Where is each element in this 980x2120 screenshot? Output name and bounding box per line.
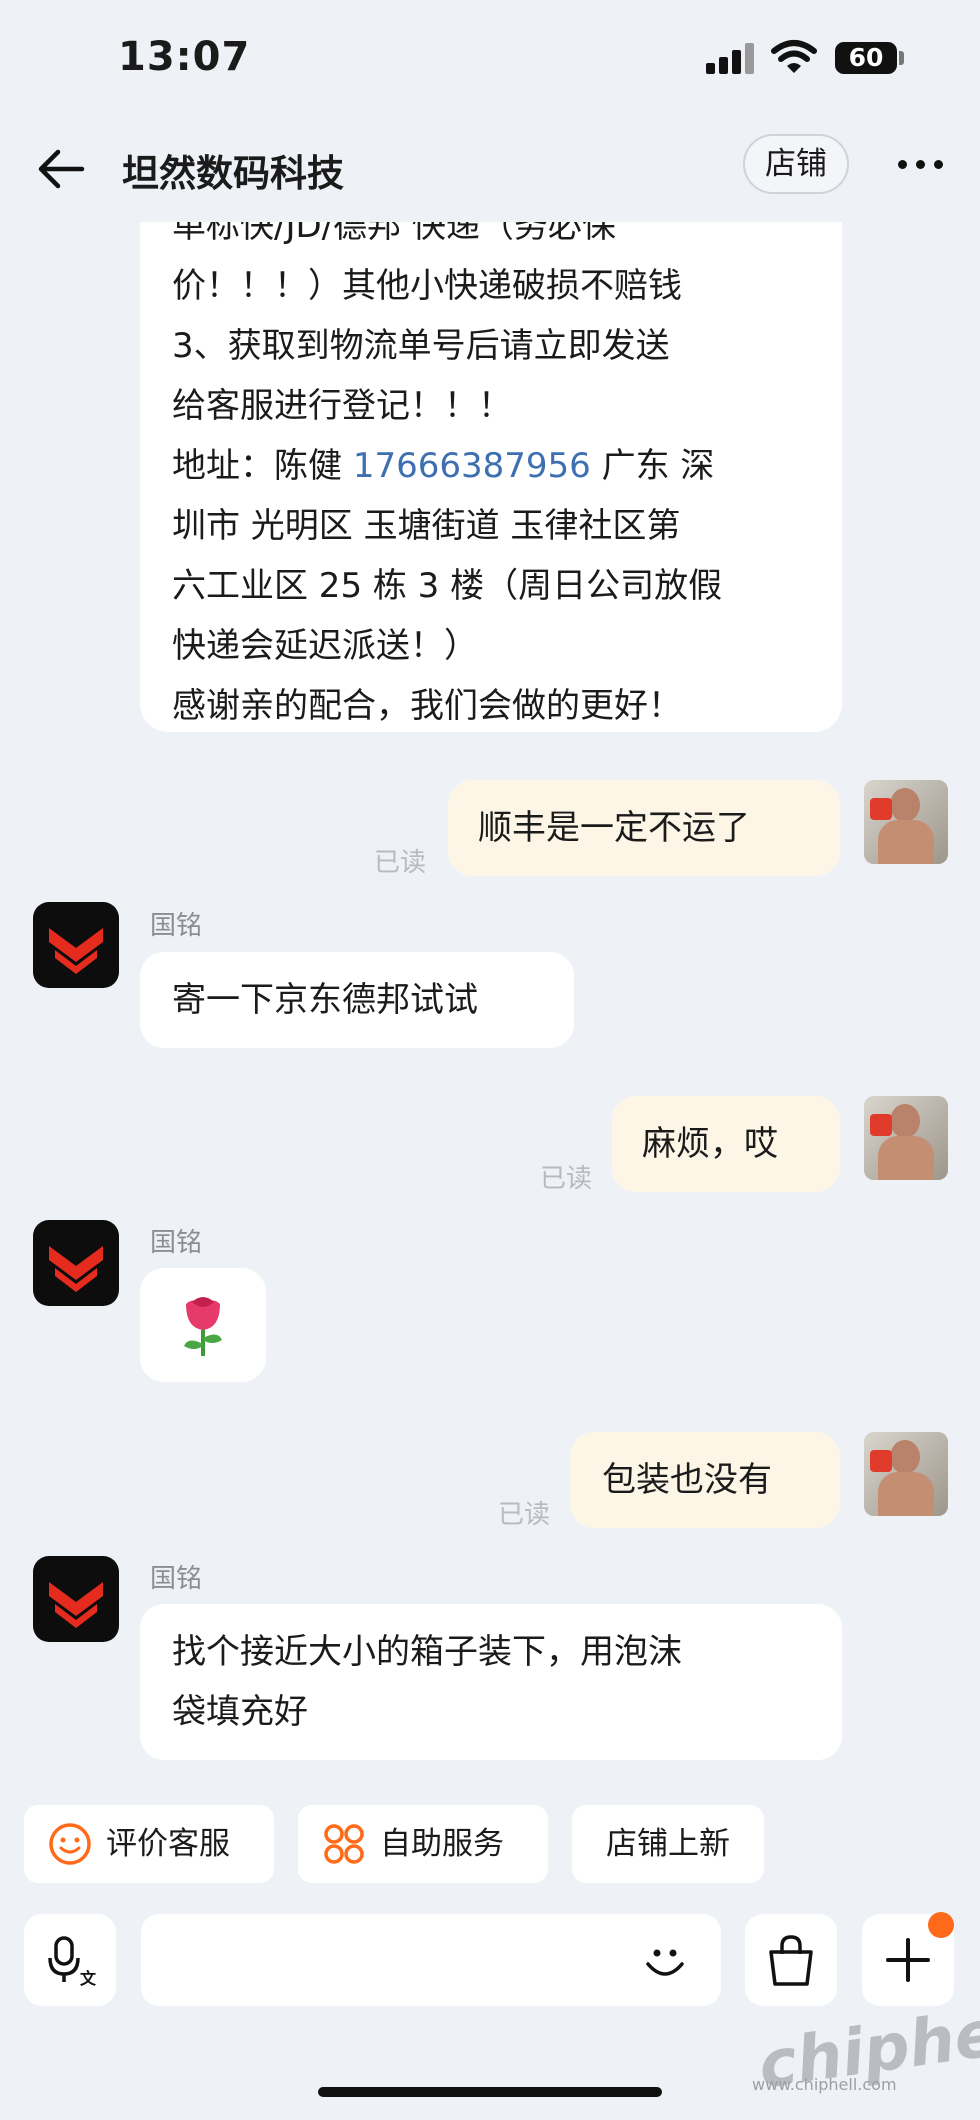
shop-logo-icon: [49, 928, 103, 974]
message-line: 圳市 光明区 玉塘街道 玉律社区第: [172, 506, 681, 546]
message-bubble-mine: 包装也没有: [570, 1432, 840, 1528]
rate-service-button[interactable]: 评价客服: [24, 1805, 274, 1883]
shop-avatar[interactable]: [33, 1220, 119, 1306]
site-watermark-url: www.chiphell.com: [752, 2075, 897, 2094]
message-line: 六工业区 25 栋 3 楼（周日公司放假: [172, 566, 723, 606]
plus-icon: [886, 1938, 930, 1982]
more-options-icon[interactable]: [898, 160, 944, 170]
message-bubble-emoji: [140, 1268, 266, 1382]
cellular-signal-icon: [706, 42, 756, 74]
sender-name: 国铭: [150, 911, 203, 941]
smile-face-icon: [49, 1823, 91, 1865]
battery-cap: [899, 51, 904, 65]
message-bubble-shop: 寄一下京东德邦试试: [140, 952, 574, 1048]
read-status: 已读: [540, 1164, 593, 1194]
user-avatar[interactable]: [864, 1096, 948, 1180]
message-input[interactable]: [141, 1914, 721, 2006]
read-status: 已读: [498, 1500, 551, 1530]
message-bubble-mine: 麻烦，哎: [612, 1096, 840, 1192]
shop-avatar[interactable]: [33, 902, 119, 988]
shop-button[interactable]: 店铺: [743, 134, 849, 194]
shopping-bag-icon: [769, 1935, 813, 1986]
message-line: 找个接近大小的箱子装下，用泡沫: [172, 1632, 682, 1672]
new-items-label: 店铺上新: [606, 1826, 730, 1862]
message-bubble-shop: 单标快/JD/德邦 快递（务必保 价！！！）其他小快递破损不赔钱 3、获取到物流…: [140, 222, 842, 732]
message-bubble-shop: 找个接近大小的箱子装下，用泡沫 袋填充好: [140, 1604, 842, 1760]
address-label: 地址：陈健: [172, 446, 353, 486]
rate-service-label: 评价客服: [106, 1826, 230, 1862]
emoji-icon[interactable]: [640, 1936, 690, 1986]
message-line: 给客服进行登记！！！: [172, 386, 512, 426]
grid-circles-icon: [324, 1824, 364, 1864]
new-items-button[interactable]: 店铺上新: [572, 1805, 764, 1883]
message-line: 袋填充好: [172, 1692, 308, 1732]
message-line: 单标快/JD/德邦 快递（务必保: [172, 222, 616, 246]
home-indicator: [318, 2087, 662, 2097]
shop-logo-icon: [49, 1246, 103, 1292]
message-line: 价！！！）其他小快递破损不赔钱: [172, 266, 682, 306]
user-avatar[interactable]: [864, 1432, 948, 1516]
svg-text:文: 文: [80, 1969, 97, 1988]
battery-indicator: 60: [835, 42, 897, 74]
voice-input-button[interactable]: 文: [24, 1914, 116, 2006]
sender-name: 国铭: [150, 1228, 203, 1258]
shop-logo-icon: [49, 1582, 103, 1628]
address-text: 广东 深: [590, 446, 715, 486]
read-status: 已读: [374, 848, 427, 878]
rose-icon: [184, 1297, 222, 1356]
message-bubble-mine: 顺丰是一定不运了: [448, 780, 840, 876]
user-avatar[interactable]: [864, 780, 948, 864]
chat-area[interactable]: 单标快/JD/德邦 快递（务必保 价！！！）其他小快递破损不赔钱 3、获取到物流…: [0, 222, 980, 1792]
more-plus-button[interactable]: [862, 1912, 954, 2006]
shop-avatar[interactable]: [33, 1556, 119, 1642]
message-line: 快递会延迟派送！）: [172, 626, 478, 666]
self-service-button[interactable]: 自助服务: [298, 1805, 548, 1883]
shop-title: 坦然数码科技: [122, 152, 344, 195]
microphone-translate-icon: 文: [48, 1936, 97, 1988]
sender-name: 国铭: [150, 1564, 203, 1594]
phone-number-link[interactable]: 17666387956: [353, 446, 591, 486]
message-line: 感谢亲的配合，我们会做的更好！: [172, 686, 682, 726]
wifi-icon: [771, 40, 817, 73]
status-time: 13:07: [118, 34, 251, 80]
message-line: 3、获取到物流单号后请立即发送: [172, 326, 670, 366]
address-line: 地址：陈健 17666387956 广东 深: [172, 436, 810, 496]
self-service-label: 自助服务: [380, 1826, 504, 1862]
shopping-bag-button[interactable]: [745, 1914, 837, 2006]
notification-dot: [928, 1912, 954, 1938]
back-arrow-icon[interactable]: [36, 148, 86, 190]
